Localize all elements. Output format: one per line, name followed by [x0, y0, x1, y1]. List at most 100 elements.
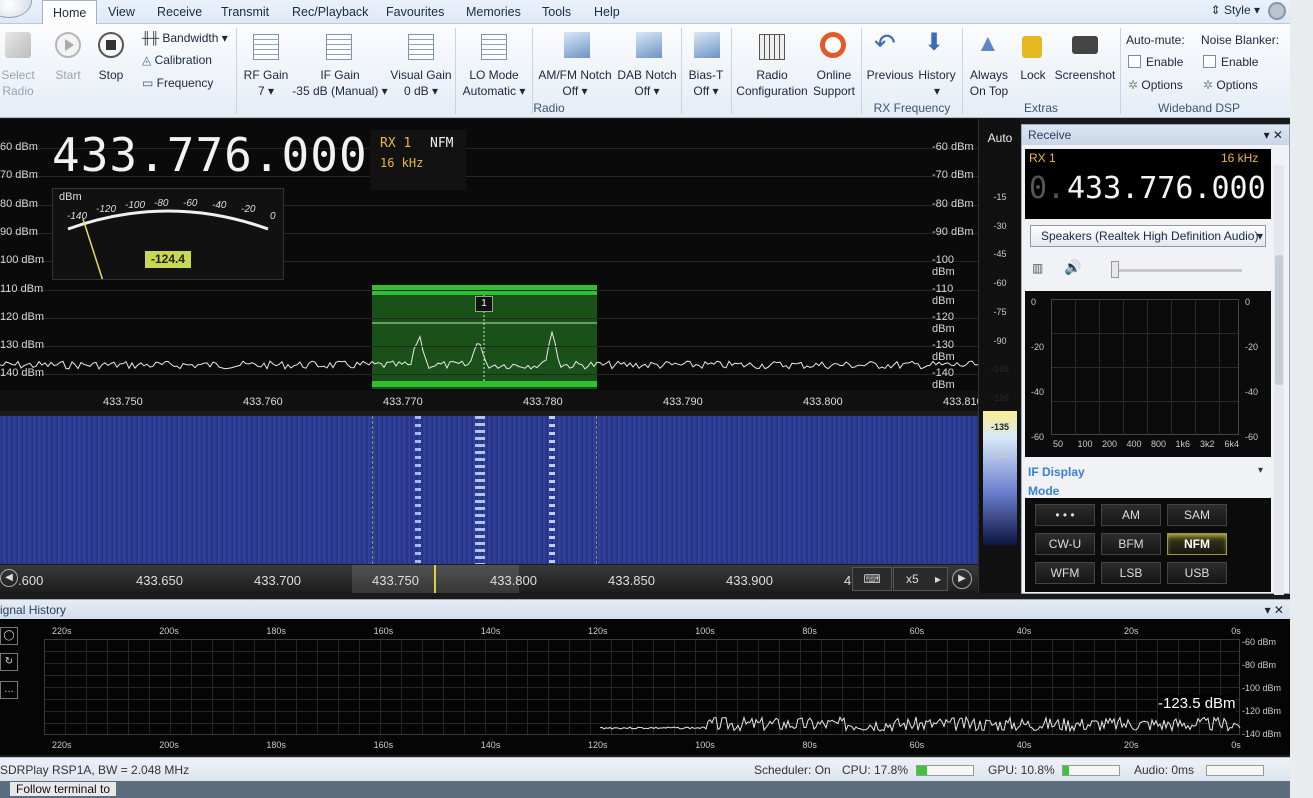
y-tick-label: -100 dBm — [932, 254, 955, 279]
ruler-tick-label: 433.750 — [372, 573, 419, 588]
radio-configuration-button[interactable]: Radio Configuration — [734, 67, 810, 99]
lo-mode-dropdown[interactable]: LO Mode Automatic ▾ — [458, 67, 530, 99]
close-icon[interactable]: ▾ ✕ — [1264, 125, 1283, 145]
time-tick-label: 120s — [588, 740, 608, 750]
updown-icon: ⇕ — [1210, 3, 1224, 17]
lock-button[interactable]: Lock — [1016, 67, 1050, 83]
ruler-tick-label: 433.800 — [490, 573, 537, 588]
always-on-top-button[interactable]: Always On Top — [964, 67, 1014, 99]
dab-notch-dropdown[interactable]: DAB Notch Off ▾ — [614, 67, 680, 99]
rf-gain-dropdown[interactable]: RF Gain 7 ▾ — [240, 67, 292, 99]
receive-scrollbar[interactable] — [1274, 165, 1284, 595]
time-tick-label: 100s — [695, 740, 715, 750]
scroll-right-icon[interactable]: ▶ — [952, 569, 972, 589]
speaker-icon[interactable]: 🔊 — [1064, 259, 1081, 276]
history-arrow-icon: ⬇ — [924, 29, 945, 56]
lo-mode-icon — [481, 34, 507, 60]
style-dropdown[interactable]: ⇕ Style ▾ — [1211, 3, 1260, 17]
screenshot-button[interactable]: Screenshot — [1052, 67, 1118, 83]
radio-configuration-icon — [759, 34, 785, 60]
mode-button-am[interactable]: AM — [1101, 504, 1161, 526]
mode-button-cwu[interactable]: CW-U — [1035, 533, 1095, 555]
tab-receive[interactable]: Receive — [147, 0, 212, 24]
mode-button-sam[interactable]: SAM — [1167, 504, 1227, 526]
frequency-ruler[interactable]: ◀ .600 433.650 433.700 433.750 433.800 433.85… — [0, 565, 978, 593]
zoom-dropdown[interactable]: x5 ▸ — [893, 567, 948, 591]
if-x-label: 6k4 — [1224, 439, 1240, 449]
keyboard-icon[interactable]: ⌨ — [852, 567, 892, 591]
equalizer-icon[interactable]: ▥ — [1032, 261, 1043, 275]
waterfall-display[interactable] — [0, 416, 978, 564]
visual-gain-dropdown[interactable]: Visual Gain 0 dB ▾ — [390, 67, 452, 99]
tab-help[interactable]: Help — [584, 0, 630, 24]
if-y-label: -20 — [1245, 342, 1259, 352]
time-tick-label: 120s — [588, 626, 608, 636]
scroll-left-icon[interactable]: ◀ — [0, 569, 18, 587]
if-display-label[interactable]: IF Display — [1028, 465, 1085, 479]
tab-tools[interactable]: Tools — [532, 0, 581, 24]
mode-button-lsb[interactable]: LSB — [1101, 562, 1161, 584]
tab-transmit[interactable]: Transmit — [211, 0, 279, 24]
volume-slider-thumb[interactable] — [1111, 261, 1119, 278]
scale-tick-label: -30 — [993, 220, 1007, 231]
receive-frequency[interactable]: 433.776.000 — [1067, 171, 1266, 206]
volume-slider[interactable] — [1112, 269, 1242, 272]
select-radio-button[interactable]: Select Radio — [0, 67, 36, 99]
tab-favourites[interactable]: Favourites — [376, 0, 454, 24]
bias-t-icon — [694, 32, 720, 58]
ruler-tick-label: 433.700 — [254, 573, 301, 588]
gear-icon[interactable] — [1268, 2, 1286, 20]
scale-tick-label: -135 — [990, 421, 1009, 432]
if-gain-dropdown[interactable]: IF Gain -35 dB (Manual) ▾ — [290, 67, 390, 99]
y-tick-label: 120 dBm — [0, 310, 45, 323]
noise-blanker-enable-checkbox[interactable]: Enable — [1203, 54, 1258, 70]
scale-tick-label: -45 — [993, 249, 1007, 260]
y-tick-label: -140 dBm — [932, 367, 955, 391]
lock-icon — [1022, 36, 1042, 58]
frequency-button[interactable]: ▭ Frequency — [142, 75, 213, 91]
stop-button[interactable]: Stop — [90, 67, 132, 83]
history-y-label: -100 dBm — [1242, 683, 1282, 693]
previous-button[interactable]: Previous — [864, 67, 916, 83]
tab-rec-playback[interactable]: Rec/Playback — [282, 0, 378, 24]
mode-button-usb[interactable]: USB — [1167, 562, 1227, 584]
amfm-notch-icon — [564, 32, 590, 58]
noise-blanker-options-button[interactable]: ✲ Options — [1203, 77, 1258, 93]
rf-gain-icon — [253, 34, 279, 60]
frequency-readout[interactable]: 433.776.000 — [52, 128, 368, 182]
auto-mute-enable-checkbox[interactable]: Enable — [1128, 54, 1183, 70]
auto-button[interactable]: Auto — [979, 131, 1021, 145]
receive-panel: Receive ▾ ✕ RX 1 16 kHz 0. 433.776.000 Sp… — [1021, 124, 1290, 595]
if-x-label: 50 — [1053, 439, 1064, 449]
taskbar-item[interactable]: Follow terminal to — [10, 782, 117, 796]
mode-button-[interactable]: • • • — [1035, 504, 1095, 526]
mode-label[interactable]: Mode — [1028, 484, 1059, 498]
mode-button-wfm[interactable]: WFM — [1035, 562, 1095, 584]
online-support-button[interactable]: Online Support — [810, 67, 858, 99]
bandwidth-button[interactable]: ╫╫ Bandwidth ▾ — [142, 30, 228, 46]
start-button[interactable]: Start — [46, 67, 90, 83]
if-x-label: 400 — [1126, 439, 1142, 449]
meter-tick-label: -40 — [212, 200, 227, 211]
mode-button-bfm[interactable]: BFM — [1101, 533, 1161, 555]
history-y-label: -120 dBm — [1242, 706, 1282, 716]
history-dropdown[interactable]: History ▾ — [914, 67, 960, 99]
close-icon[interactable]: ▾ ✕ — [1265, 600, 1284, 620]
time-tick-label: 140s — [480, 626, 501, 636]
auto-mute-options-button[interactable]: ✲ Options — [1128, 77, 1183, 93]
chevron-down-icon[interactable]: ▾ — [1258, 465, 1263, 476]
time-tick-label: 160s — [373, 626, 394, 636]
scale-tick-label: -75 — [993, 306, 1007, 317]
tab-home[interactable]: Home — [42, 0, 98, 25]
tab-memories[interactable]: Memories — [456, 0, 531, 24]
amfm-notch-dropdown[interactable]: AM/FM Notch Off ▾ — [535, 67, 615, 99]
tab-view[interactable]: View — [98, 0, 145, 24]
calibration-button[interactable]: ◬ Calibration — [142, 52, 212, 68]
meter-tick-label: -80 — [154, 198, 169, 209]
waterfall-scale[interactable]: Auto -15 -30 -45 -60 -75 -90 -105 -120 -135 -150 — [978, 119, 1020, 593]
app-orb-button[interactable] — [0, 0, 32, 18]
grid-line — [0, 346, 978, 348]
bias-t-dropdown[interactable]: Bias-T Off ▾ — [684, 67, 728, 99]
mode-button-nfm[interactable]: NFM — [1167, 533, 1227, 555]
audio-device-dropdown[interactable]: Speakers (Realtek High Definition Audio)… — [1030, 225, 1266, 247]
